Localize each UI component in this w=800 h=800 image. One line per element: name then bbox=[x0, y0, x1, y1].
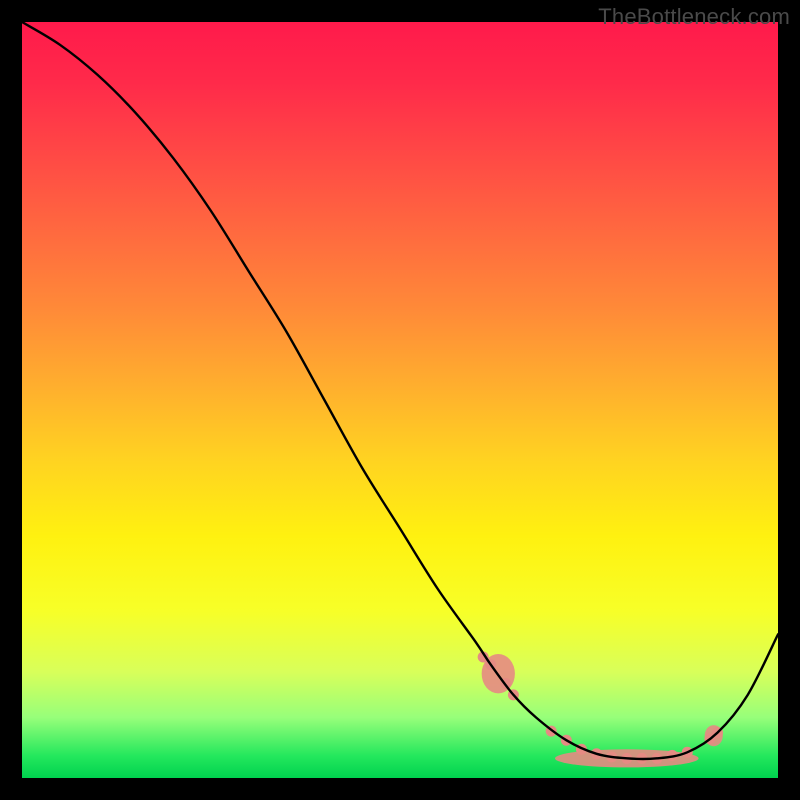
bottleneck-curve-path bbox=[22, 22, 778, 759]
plot-area bbox=[22, 22, 778, 778]
chart-svg bbox=[22, 22, 778, 778]
marker-layer bbox=[478, 652, 723, 768]
chart-frame: TheBottleneck.com bbox=[0, 0, 800, 800]
watermark-text: TheBottleneck.com bbox=[598, 4, 790, 30]
